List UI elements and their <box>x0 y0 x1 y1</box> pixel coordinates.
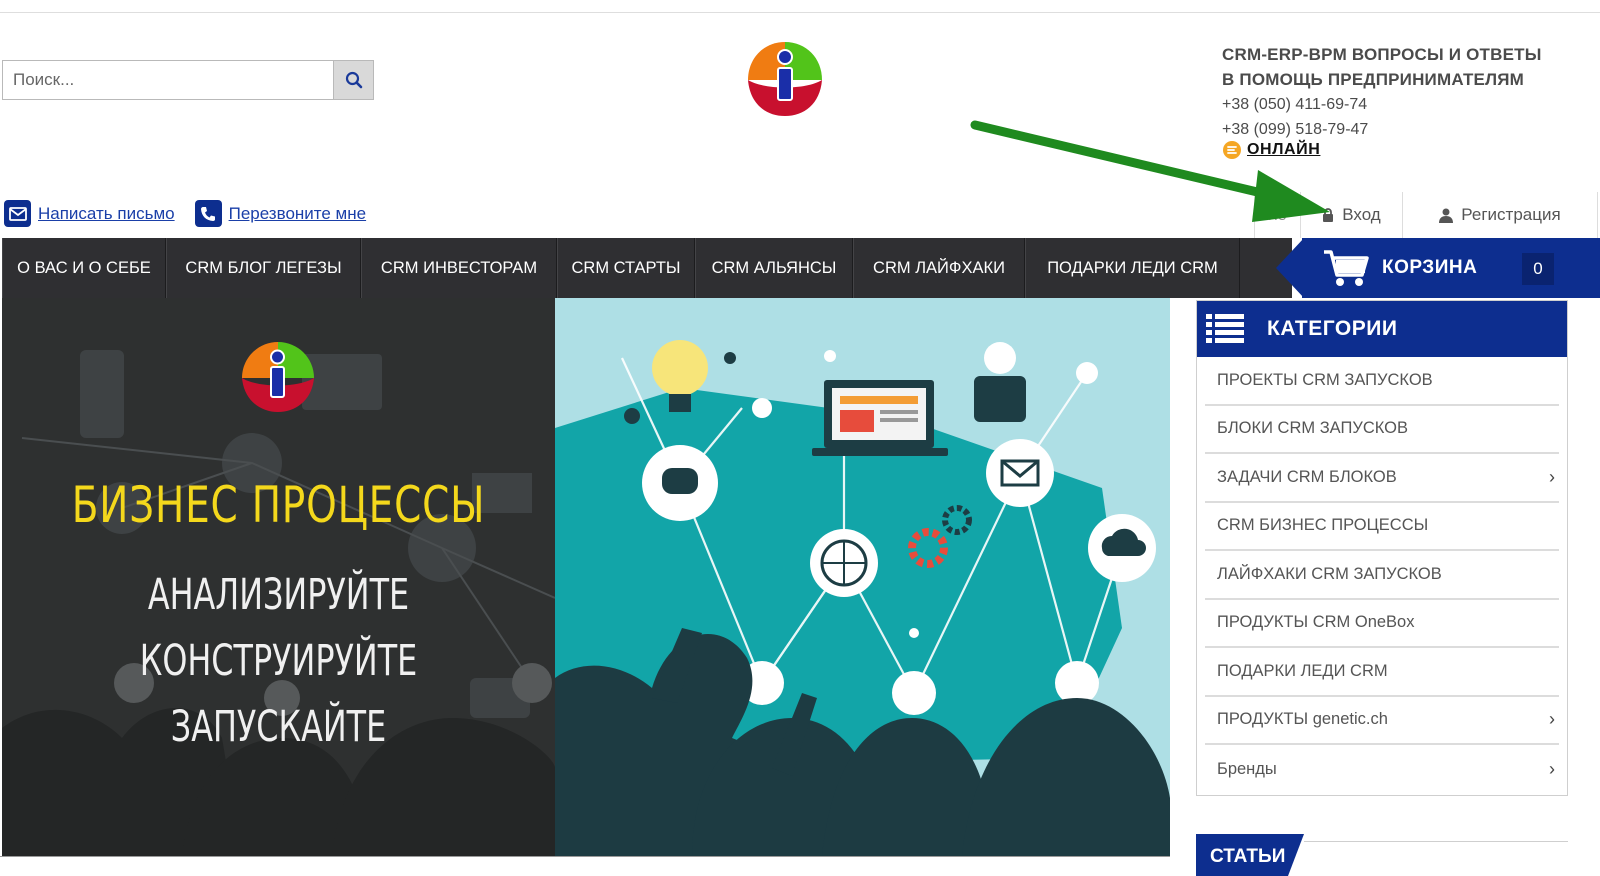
envelope-icon <box>4 200 31 227</box>
header-contacts: CRM-ERP-BPM ВОПРОСЫ И ОТВЕТЫ В ПОМОЩЬ ПР… <box>1222 42 1592 160</box>
category-label: CRM БИЗНЕС ПРОЦЕССЫ <box>1217 516 1429 535</box>
write-letter-label: Написать письмо <box>38 203 175 223</box>
category-item-lifehacks[interactable]: ЛАЙФХАКИ CRM ЗАПУСКОВ <box>1205 551 1559 600</box>
category-label: ПОДАРКИ ЛЕДИ CRM <box>1217 661 1388 680</box>
category-item-gifts[interactable]: ПОДАРКИ ЛЕДИ CRM <box>1205 648 1559 697</box>
phone-1[interactable]: +38 (050) 411-69-74 <box>1222 92 1592 117</box>
categories-panel: КАТЕГОРИИ ПРОЕКТЫ CRM ЗАПУСКОВ БЛОКИ CRM… <box>1196 300 1568 796</box>
register-label: Регистрация <box>1461 205 1561 224</box>
write-letter-link[interactable]: Написать письмо <box>4 200 175 227</box>
category-item-projects[interactable]: ПРОЕКТЫ CRM ЗАПУСКОВ <box>1205 357 1559 406</box>
login-label: Вход <box>1342 205 1381 224</box>
user-icon <box>1439 208 1454 223</box>
online-label: ОНЛАЙН <box>1247 141 1321 158</box>
cart-icon <box>1324 250 1369 286</box>
cart-button[interactable]: КОРЗИНА 0 <box>1302 238 1600 298</box>
articles-rule <box>1304 841 1568 842</box>
tagline-1: CRM-ERP-BPM ВОПРОСЫ И ОТВЕТЫ <box>1222 45 1542 64</box>
category-item-blocks[interactable]: БЛОКИ CRM ЗАПУСКОВ <box>1205 406 1559 454</box>
search-icon <box>345 71 362 89</box>
chevron-right-icon: › <box>1549 466 1555 487</box>
chevron-right-icon: › <box>1549 709 1555 730</box>
phone-icon <box>194 200 222 227</box>
cart-count: 0 <box>1522 253 1554 285</box>
category-label: ПРОДУКТЫ CRM OneBox <box>1217 613 1415 632</box>
articles-title: СТАТЬИ <box>1210 846 1286 867</box>
callback-link[interactable]: Перезвоните мне <box>194 200 367 227</box>
nav-item-starts[interactable]: CRM СТАРТЫ <box>557 238 695 298</box>
header-action-links: Написать письмо Перезвоните мне <box>4 200 366 227</box>
articles-section: СТАТЬИ <box>1196 834 1568 876</box>
categories-title: КАТЕГОРИИ <box>1267 317 1398 340</box>
chevron-right-icon: › <box>1549 758 1555 779</box>
language-switch[interactable]: RU <box>1254 192 1300 238</box>
login-link[interactable]: Вход <box>1300 192 1402 238</box>
list-icon <box>1197 301 1253 357</box>
category-label: Бренды <box>1217 759 1277 778</box>
search-input[interactable] <box>3 61 333 99</box>
search-button[interactable] <box>333 61 373 99</box>
hero-banner[interactable]: БИЗНЕС ПРОЦЕССЫ АНАЛИЗИРУЙТЕ КОНСТРУИРУЙ… <box>2 298 1170 856</box>
hero-title: БИЗНЕС ПРОЦЕССЫ <box>71 476 486 534</box>
callback-label: Перезвоните мне <box>228 203 367 223</box>
category-item-onebox[interactable]: ПРОДУКТЫ CRM OneBox <box>1205 600 1559 648</box>
nav-item-investors[interactable]: CRM ИНВЕСТОРАМ <box>361 238 557 298</box>
page: CRM-ERP-BPM ВОПРОСЫ И ОТВЕТЫ В ПОМОЩЬ ПР… <box>0 0 1600 876</box>
lock-icon <box>1323 208 1334 222</box>
banner-bottom-rule <box>0 856 1170 857</box>
category-item-tasks[interactable]: ЗАДАЧИ CRM БЛОКОВ › <box>1205 454 1559 503</box>
category-label: ПРОДУКТЫ genetic.ch <box>1217 710 1388 729</box>
nav-item-about[interactable]: О ВАС И О СЕБЕ <box>2 238 166 298</box>
search-box <box>2 60 374 100</box>
nav-item-blog[interactable]: CRM БЛОГ ЛЕГЕЗЫ <box>166 238 361 298</box>
category-item-processes[interactable]: CRM БИЗНЕС ПРОЦЕССЫ <box>1205 503 1559 551</box>
articles-tab-notch <box>1288 834 1304 876</box>
cart-label: КОРЗИНА <box>1382 257 1478 278</box>
category-item-brands[interactable]: Бренды › <box>1205 745 1559 794</box>
category-item-genetic[interactable]: ПРОДУКТЫ genetic.ch › <box>1205 697 1559 745</box>
categories-list: ПРОЕКТЫ CRM ЗАПУСКОВ БЛОКИ CRM ЗАПУСКОВ … <box>1197 357 1567 794</box>
category-label: БЛОКИ CRM ЗАПУСКОВ <box>1217 419 1409 438</box>
hero-line-construct: КОНСТРУИРУЙТЕ <box>139 636 418 686</box>
hero-line-analyze: АНАЛИЗИРУЙТЕ <box>147 570 410 620</box>
category-label: ПРОЕКТЫ CRM ЗАПУСКОВ <box>1217 370 1433 389</box>
category-label: ЗАДАЧИ CRM БЛОКОВ <box>1217 467 1397 486</box>
categories-header: КАТЕГОРИИ <box>1197 301 1567 357</box>
nav-item-gifts[interactable]: ПОДАРКИ ЛЕДИ CRM <box>1025 238 1240 298</box>
site-logo[interactable] <box>744 38 826 120</box>
language-label: RU <box>1268 207 1287 223</box>
category-label: ЛАЙФХАКИ CRM ЗАПУСКОВ <box>1217 564 1442 583</box>
top-divider <box>0 12 1600 13</box>
main-nav: О ВАС И О СЕБЕ CRM БЛОГ ЛЕГЕЗЫ CRM ИНВЕС… <box>2 238 1292 298</box>
nav-item-lifehacks[interactable]: CRM ЛАЙФХАКИ <box>853 238 1025 298</box>
cart-notch <box>1276 238 1304 298</box>
hero-line-launch: ЗАПУСКАЙТЕ <box>170 702 387 752</box>
online-chat-link[interactable]: ОНЛАЙН <box>1222 140 1592 160</box>
register-link[interactable]: Регистрация <box>1402 192 1598 238</box>
phone-2[interactable]: +38 (099) 518-79-47 <box>1222 117 1592 142</box>
online-chat-icon <box>1223 141 1241 159</box>
tagline-2: В ПОМОЩЬ ПРЕДПРИНИМАТЕЛЯМ <box>1222 70 1524 89</box>
nav-item-alliances[interactable]: CRM АЛЬЯНСЫ <box>695 238 853 298</box>
